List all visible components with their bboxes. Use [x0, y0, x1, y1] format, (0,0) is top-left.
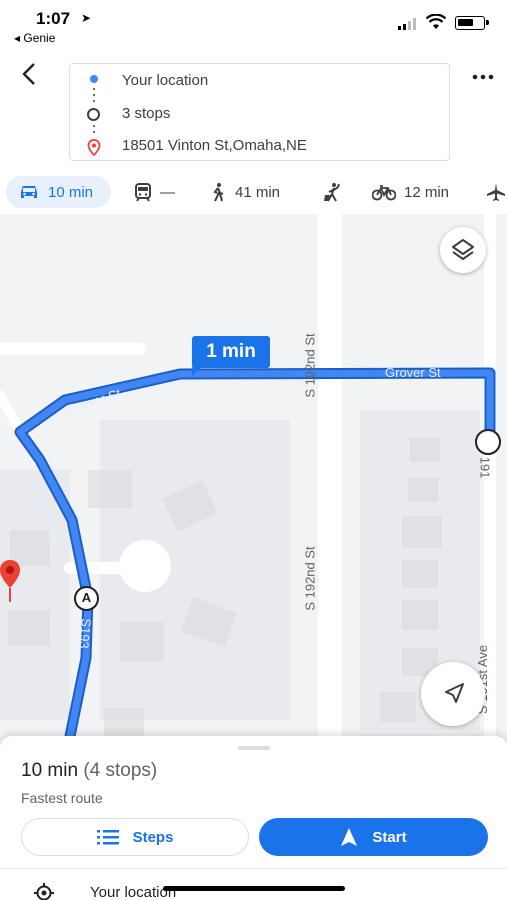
- wifi-icon: [426, 14, 446, 29]
- sheet-drag-handle[interactable]: [238, 746, 270, 750]
- status-time: 1:07: [36, 9, 71, 28]
- tab-transit[interactable]: —: [134, 176, 175, 208]
- destination-pin-icon[interactable]: [0, 558, 24, 604]
- start-button[interactable]: Start: [259, 818, 488, 856]
- steps-button[interactable]: Steps: [21, 818, 249, 856]
- street-label-s193-lower: S193: [76, 617, 94, 650]
- divider: [0, 868, 507, 869]
- back-arrow-icon[interactable]: [16, 60, 44, 88]
- route-time-bubble: 1 min: [192, 336, 270, 376]
- my-location-icon: [34, 883, 54, 900]
- connector-dots: [93, 125, 95, 137]
- route-summary: 10 min (4 stops): [21, 760, 157, 782]
- start-button-label: Start: [372, 828, 407, 846]
- destination-pin-icon: [87, 139, 101, 156]
- tab-walking[interactable]: 41 min: [209, 176, 280, 208]
- tab-transit-label: —: [160, 183, 175, 201]
- flight-icon: [487, 183, 505, 201]
- waypoint-a-marker[interactable]: A: [74, 586, 99, 611]
- transit-icon: [135, 183, 151, 202]
- street-label-s192-top: S 192nd St: [302, 333, 318, 398]
- route-summary-sheet[interactable]: 10 min (4 stops) Fastest route Steps Sta…: [0, 736, 507, 900]
- rideshare-icon: [324, 183, 340, 202]
- location-arrow-icon: ➤: [81, 11, 92, 25]
- signal-icon: [398, 18, 416, 30]
- stop-circle-icon: [87, 108, 100, 121]
- route-stop-count: (4 stops): [83, 760, 158, 781]
- battery-icon: [455, 16, 489, 30]
- more-options-icon[interactable]: [470, 66, 496, 88]
- steps-button-label: Steps: [132, 828, 174, 846]
- list-icon: [96, 830, 119, 845]
- route-subtitle: Fastest route: [21, 790, 103, 806]
- back-to-app-link[interactable]: ◂ Genie: [14, 31, 55, 45]
- stop-marker[interactable]: [475, 429, 501, 455]
- route-waypoints-card[interactable]: Your location 3 stops 18501 Vinton St,Om…: [69, 63, 450, 161]
- layers-icon: [452, 239, 474, 260]
- street-label-s192-bottom: S 192nd St: [302, 546, 318, 611]
- travel-mode-tabs: 10 min — 41 min 12 min: [0, 172, 507, 212]
- tab-flight[interactable]: [486, 176, 507, 208]
- home-indicator[interactable]: [163, 886, 345, 891]
- status-bar: 1:07 ➤ ◂ Genie: [0, 0, 507, 50]
- origin-field[interactable]: Your location: [122, 72, 208, 89]
- navigation-arrow-icon: [341, 828, 358, 846]
- tab-rideshare[interactable]: [322, 176, 350, 208]
- tab-driving-label: 10 min: [48, 183, 94, 201]
- tab-walking-label: 41 min: [235, 183, 281, 201]
- car-icon: [21, 186, 37, 198]
- destination-field[interactable]: 18501 Vinton St,Omaha,NE: [122, 137, 307, 154]
- connector-dots: [93, 88, 95, 106]
- navigation-arrow-icon: [445, 683, 464, 703]
- walk-icon: [213, 183, 224, 202]
- street-label-grover-right: Grover St: [385, 365, 441, 380]
- bike-icon: [372, 185, 396, 201]
- tab-cycling[interactable]: 12 min: [372, 176, 449, 208]
- route-duration: 10 min: [21, 760, 79, 781]
- tab-cycling-label: 12 min: [404, 183, 450, 201]
- stops-field[interactable]: 3 stops: [122, 105, 170, 122]
- recenter-button[interactable]: [421, 662, 485, 726]
- layers-button[interactable]: [440, 227, 486, 273]
- origin-dot-icon: [90, 75, 98, 83]
- tab-driving[interactable]: 10 min: [6, 176, 111, 208]
